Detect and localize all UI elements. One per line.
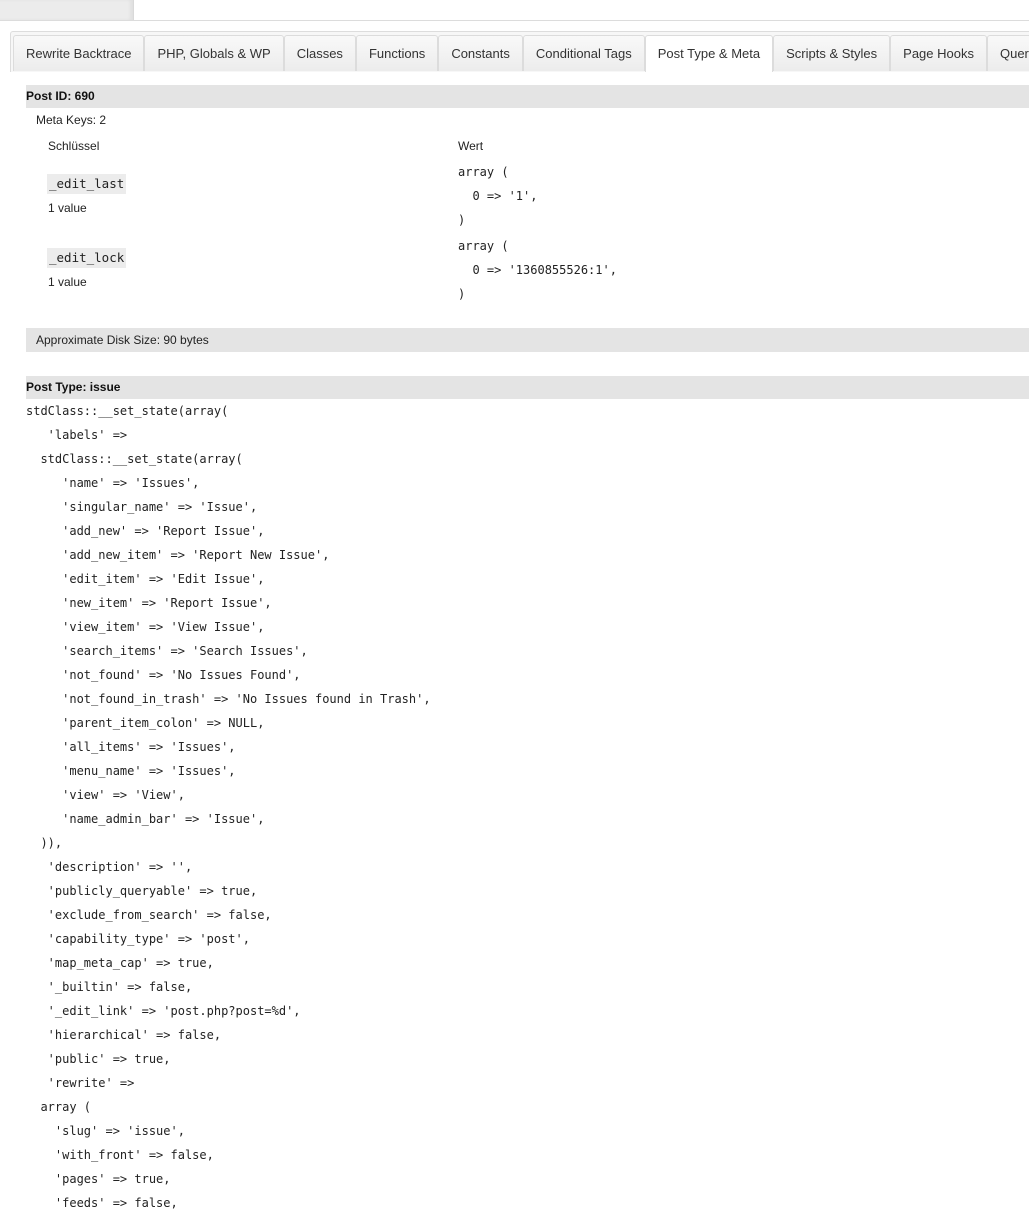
code-line: 'new_item' => 'Report Issue',: [26, 596, 272, 610]
post-type-label: Post Type: issue: [26, 380, 121, 394]
code-line: 'slug' => 'issue',: [26, 1124, 185, 1138]
meta-key-edit-last: _edit_last: [47, 174, 127, 194]
tab-rewrite-backtrace[interactable]: Rewrite Backtrace: [13, 35, 145, 71]
tab-post-type-meta[interactable]: Post Type & Meta: [644, 35, 774, 72]
tabs: Rewrite Backtrace PHP, Globals & WP Classe…: [13, 35, 1029, 72]
top-bar-left-panel: [0, 0, 134, 20]
code-line: stdClass::__set_state(array(: [26, 404, 229, 418]
tab-scripts-styles[interactable]: Scripts & Styles: [773, 35, 891, 71]
code-line: 'all_items' => 'Issues',: [26, 740, 236, 754]
code-line: )),: [26, 836, 63, 850]
tab-php-globals-wp[interactable]: PHP, Globals & WP: [144, 35, 284, 71]
meta-value-line: 0 => '1',: [458, 189, 538, 203]
code-line: 'view' => 'View',: [26, 788, 185, 802]
top-bar: [0, 0, 1029, 21]
code-line: stdClass::__set_state(array(: [26, 452, 243, 466]
code-line: 'capability_type' => 'post',: [26, 932, 250, 946]
code-line: 'pages' => true,: [26, 1172, 171, 1186]
code-line: array (: [26, 1100, 92, 1114]
code-line: 'labels' =>: [26, 428, 128, 442]
meta-value-line: array (: [458, 165, 509, 179]
code-line: 'search_items' => 'Search Issues',: [26, 644, 308, 658]
code-line: 'name_admin_bar' => 'Issue',: [26, 812, 265, 826]
disk-size-label: Approximate Disk Size: 90 bytes: [36, 333, 209, 347]
meta-count-edit-lock: 1 value: [48, 275, 87, 289]
code-line: 'singular_name' => 'Issue',: [26, 500, 258, 514]
code-line: 'name' => 'Issues',: [26, 476, 200, 490]
meta-value-line: ): [458, 287, 466, 301]
code-line: 'not_found' => 'No Issues Found',: [26, 668, 301, 682]
code-line: 'add_new' => 'Report Issue',: [26, 524, 265, 538]
post-type-header: Post Type: issue: [26, 376, 1029, 399]
code-line: 'with_front' => false,: [26, 1148, 214, 1162]
tab-constants[interactable]: Constants: [438, 35, 523, 71]
code-line: 'parent_item_colon' => NULL,: [26, 716, 265, 730]
code-line: 'not_found_in_trash' => 'No Issues found…: [26, 692, 431, 706]
code-line: 'add_new_item' => 'Report New Issue',: [26, 548, 330, 562]
meta-keys-count: Meta Keys: 2: [36, 113, 107, 127]
code-line: 'hierarchical' => false,: [26, 1028, 222, 1042]
column-header-key: Schlüssel: [48, 139, 100, 153]
code-line: '_builtin' => false,: [26, 980, 193, 994]
meta-count-edit-last: 1 value: [48, 201, 87, 215]
tab-page-hooks[interactable]: Page Hooks: [890, 35, 987, 71]
code-line: 'feeds' => false,: [26, 1196, 178, 1210]
tab-functions[interactable]: Functions: [355, 35, 439, 71]
code-line: 'publicly_queryable' => true,: [26, 884, 258, 898]
meta-value-line: array (: [458, 239, 509, 253]
code-line: 'rewrite' =>: [26, 1076, 135, 1090]
tab-conditional-tags[interactable]: Conditional Tags: [522, 35, 645, 71]
code-line: 'public' => true,: [26, 1052, 171, 1066]
meta-value-line: 0 => '1360855526:1',: [458, 263, 617, 277]
code-line: 'exclude_from_search' => false,: [26, 908, 272, 922]
meta-value-line: ): [458, 213, 466, 227]
post-id-header: Post ID: 690: [26, 85, 1029, 108]
column-header-value: Wert: [458, 139, 484, 153]
code-line: 'edit_item' => 'Edit Issue',: [26, 572, 265, 586]
disk-size-bar: Approximate Disk Size: 90 bytes: [26, 328, 1029, 352]
code-line: '_edit_link' => 'post.php?post=%d',: [26, 1004, 301, 1018]
code-line: 'description' => '',: [26, 860, 193, 874]
code-line: 'map_meta_cap' => true,: [26, 956, 214, 970]
tab-classes[interactable]: Classes: [283, 35, 356, 71]
code-line: 'menu_name' => 'Issues',: [26, 764, 236, 778]
post-id-label: Post ID: 690: [26, 89, 95, 103]
meta-key-edit-lock: _edit_lock: [47, 248, 127, 268]
tab-queries[interactable]: Queries: [986, 35, 1029, 71]
code-line: 'view_item' => 'View Issue',: [26, 620, 265, 634]
